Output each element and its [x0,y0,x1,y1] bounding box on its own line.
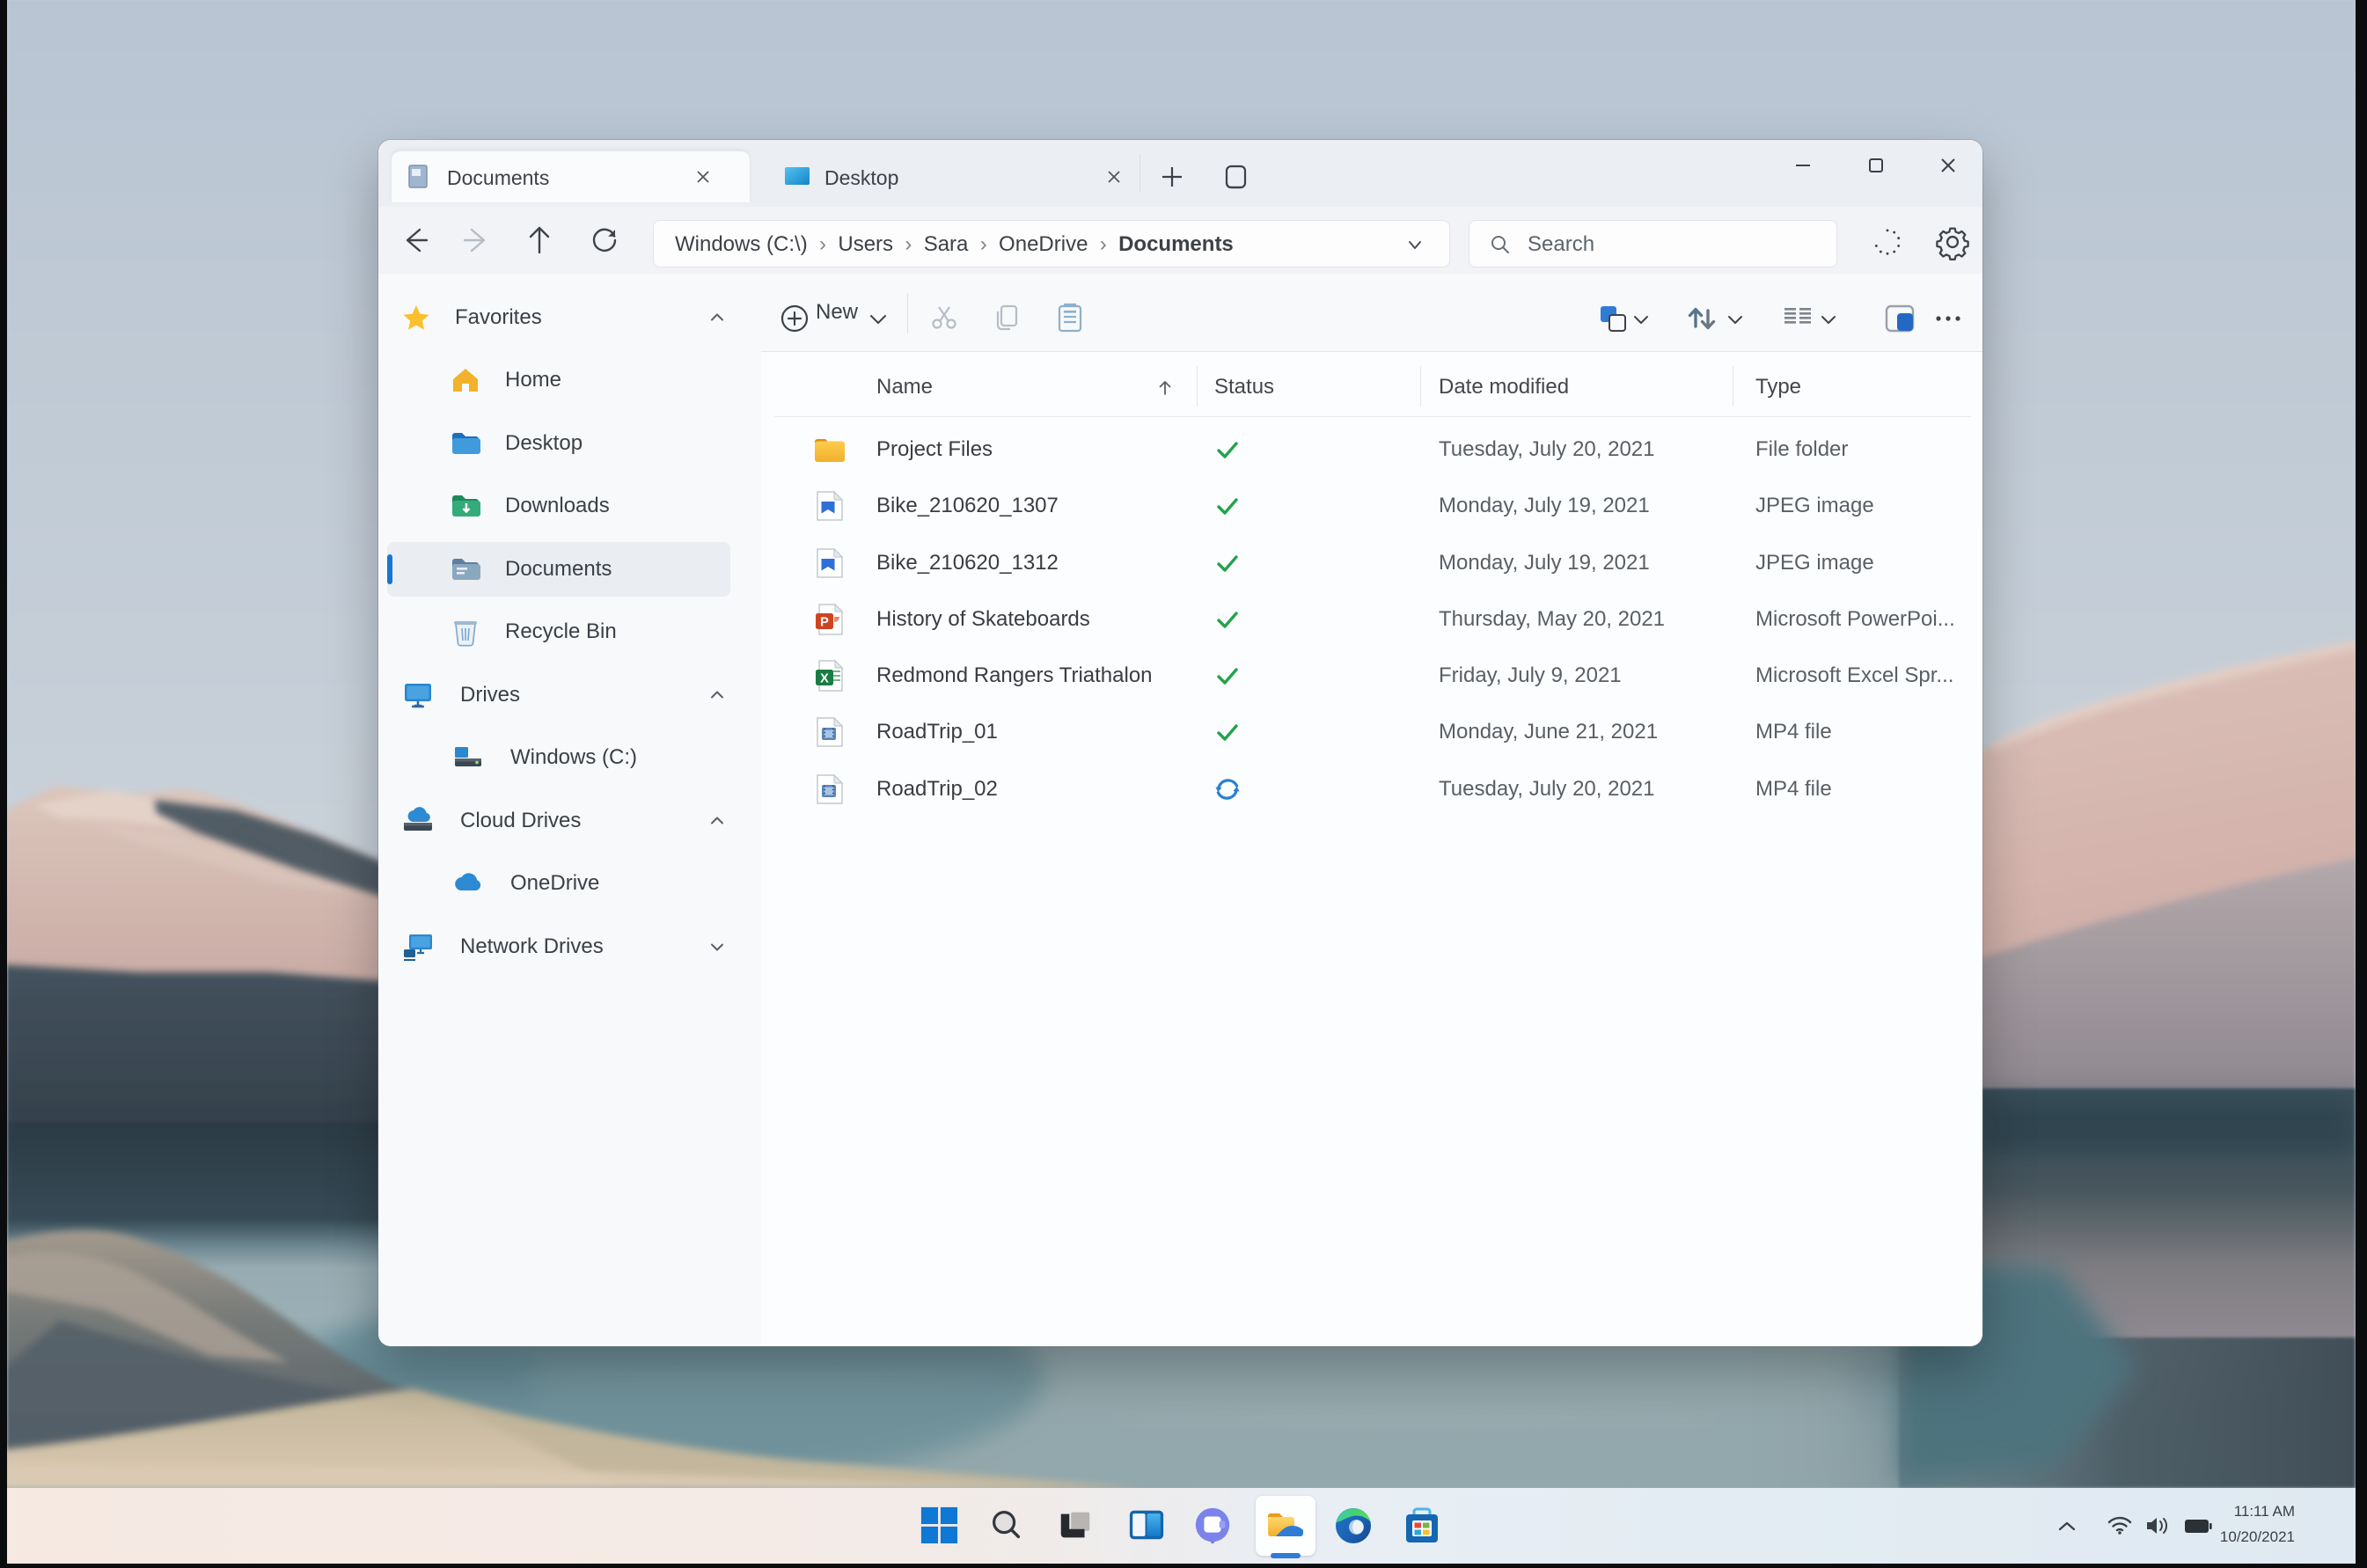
svg-text:X: X [820,672,829,686]
svg-text:P: P [820,616,829,630]
